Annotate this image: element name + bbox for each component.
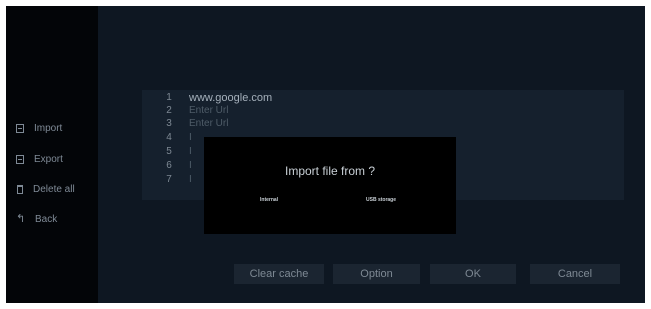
export-icon — [16, 155, 24, 164]
sidebar-item-label: Export — [34, 154, 63, 165]
sidebar-item-back[interactable]: ↰ Back — [16, 213, 58, 226]
clear-cache-button[interactable]: Clear cache — [234, 264, 324, 284]
url-row-text[interactable]: Enter Url — [189, 105, 228, 117]
option-button[interactable]: Option — [333, 264, 420, 284]
back-arrow-icon: ↰ — [16, 213, 26, 225]
option-usb-storage[interactable]: USB storage — [366, 197, 396, 203]
url-row-number: 1 — [166, 92, 172, 103]
url-row-number: 6 — [166, 160, 172, 171]
cancel-button[interactable]: Cancel — [530, 264, 620, 284]
sidebar-item-label: Delete all — [33, 184, 75, 195]
sidebar-item-label: Import — [34, 123, 63, 134]
url-row-number: 2 — [166, 105, 172, 116]
ok-button[interactable]: OK — [430, 264, 516, 284]
url-row-number: 7 — [166, 174, 172, 185]
sidebar-item-delete-all[interactable]: Delete all — [16, 184, 75, 195]
sidebar-item-label: Back — [35, 214, 58, 225]
url-row-number: 4 — [166, 132, 172, 143]
url-row-text[interactable]: I — [189, 132, 192, 144]
import-icon — [16, 124, 24, 133]
url-row-number: 5 — [166, 146, 172, 157]
sidebar: Import Export Delete all ↰ Back — [6, 6, 98, 303]
option-internal[interactable]: Internal — [260, 197, 278, 203]
sidebar-item-import[interactable]: Import — [16, 123, 62, 134]
url-row-text[interactable]: Enter Url — [189, 118, 228, 130]
app-screen: Import Export Delete all ↰ Back 1 www.go… — [6, 6, 645, 303]
dialog-title: Import file from ? — [284, 164, 376, 178]
url-row-text[interactable]: www.google.com — [189, 92, 272, 104]
url-row-text[interactable]: I — [189, 146, 192, 158]
import-dialog: Import file from ? Internal USB storage — [204, 137, 456, 234]
url-row-text[interactable]: I — [189, 174, 192, 186]
trash-icon — [17, 185, 23, 194]
url-row-text[interactable]: I — [189, 160, 192, 172]
url-row-number: 3 — [166, 118, 172, 129]
sidebar-item-export[interactable]: Export — [16, 154, 63, 165]
